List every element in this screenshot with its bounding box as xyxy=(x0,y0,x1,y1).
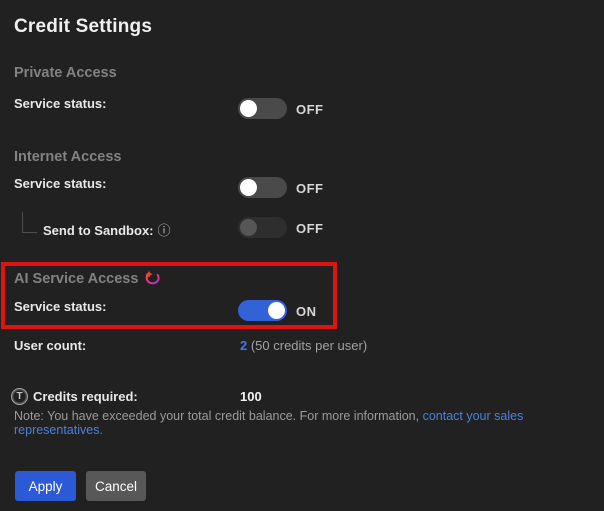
send-to-sandbox-state: OFF xyxy=(296,221,324,236)
section-header-ai-service-access: AI Service Access xyxy=(14,270,161,287)
internet-service-status-label: Service status: xyxy=(14,176,107,191)
ai-sparkle-icon xyxy=(143,270,161,287)
ai-service-status-state: ON xyxy=(296,304,317,319)
apply-button[interactable]: Apply xyxy=(15,471,76,501)
credits-required-label: Credits required: xyxy=(33,389,138,404)
internet-service-status-toggle[interactable] xyxy=(238,177,287,198)
credit-token-icon: T xyxy=(11,388,28,405)
section-header-internet-access: Internet Access xyxy=(14,149,121,165)
credits-required-value: 100 xyxy=(240,389,262,404)
send-to-sandbox-label: Send to Sandbox:ⓘ xyxy=(43,220,171,239)
private-service-status-state: OFF xyxy=(296,102,324,117)
private-service-status-label: Service status: xyxy=(14,96,107,111)
cancel-button[interactable]: Cancel xyxy=(86,471,146,501)
section-header-private-access: Private Access xyxy=(14,65,117,81)
page-title: Credit Settings xyxy=(14,16,152,38)
ai-service-status-label: Service status: xyxy=(14,299,107,314)
toggle-knob xyxy=(268,302,285,319)
toggle-knob xyxy=(240,219,257,236)
toggle-knob xyxy=(240,100,257,117)
private-service-status-toggle[interactable] xyxy=(238,98,287,119)
toggle-knob xyxy=(240,179,257,196)
ai-service-status-toggle[interactable] xyxy=(238,300,287,321)
internet-service-status-state: OFF xyxy=(296,181,324,196)
info-icon[interactable]: ⓘ xyxy=(158,220,171,239)
user-count-label: User count: xyxy=(14,338,86,353)
send-to-sandbox-toggle[interactable] xyxy=(238,217,287,238)
tree-connector-line xyxy=(22,212,37,233)
credit-settings-dialog: Credit Settings Private Access Service s… xyxy=(0,0,604,511)
credit-balance-note: Note: You have exceeded your total credi… xyxy=(14,409,594,437)
user-count-value: 2 (50 credits per user) xyxy=(240,338,367,353)
